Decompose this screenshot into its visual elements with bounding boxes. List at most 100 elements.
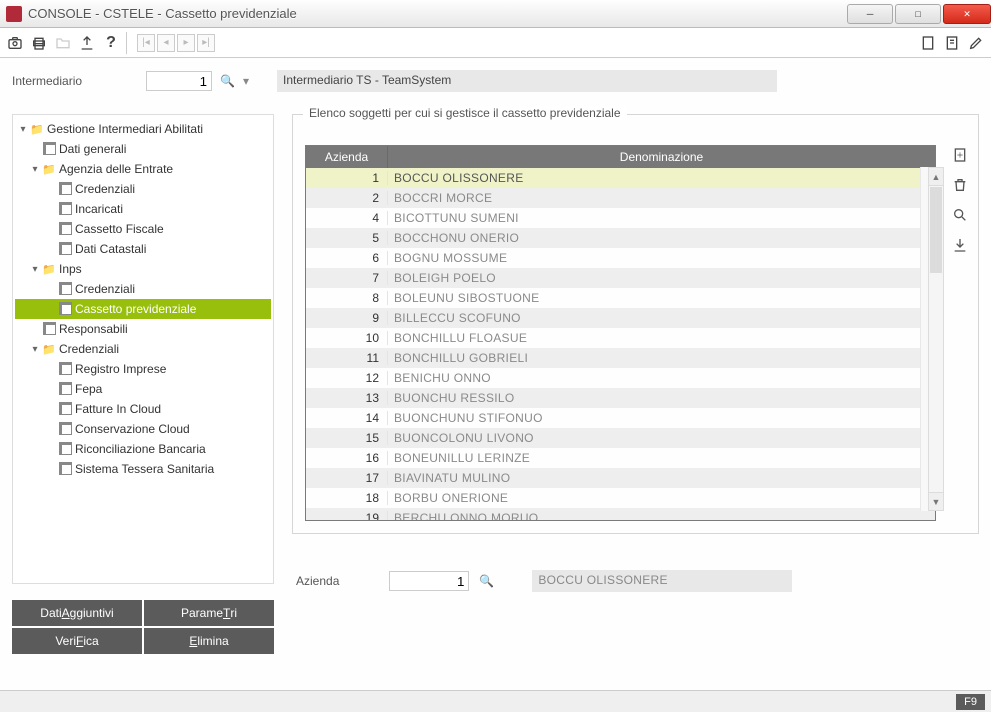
tree-conservazione-cloud[interactable]: Conservazione Cloud xyxy=(15,419,271,439)
azienda-footer-row: Azienda 🔍 BOCCU OLISSONERE xyxy=(292,570,979,592)
cell-denominazione: BOLEUNU SIBOSTUONE xyxy=(388,291,935,305)
azienda-search-icon[interactable]: 🔍 xyxy=(479,574,494,588)
tree-ae-dati-catastali[interactable]: Dati Catastali xyxy=(15,239,271,259)
intermediario-input[interactable] xyxy=(146,71,212,91)
search-icon[interactable] xyxy=(950,205,970,225)
tree-riconciliazione[interactable]: Riconciliazione Bancaria xyxy=(15,439,271,459)
close-button[interactable]: ✕ xyxy=(943,4,991,24)
tree-registro-imprese[interactable]: Registro Imprese xyxy=(15,359,271,379)
tree-label: Riconciliazione Bancaria xyxy=(75,442,206,456)
tree-fatture-cloud[interactable]: Fatture In Cloud xyxy=(15,399,271,419)
col-header-denominazione[interactable]: Denominazione xyxy=(388,146,935,168)
table-row[interactable]: 12BENICHU ONNO xyxy=(306,368,935,388)
content-area: Intermediario 🔍 ▾ Intermediario TS - Tea… xyxy=(0,58,991,690)
table-row[interactable]: 5BOCCHONU ONERIO xyxy=(306,228,935,248)
table-row[interactable]: 16BONEUNILLU LERINZE xyxy=(306,448,935,468)
tree-fepa[interactable]: Fepa xyxy=(15,379,271,399)
cell-denominazione: BENICHU ONNO xyxy=(388,371,935,385)
tree-label: Cassetto previdenziale xyxy=(75,302,196,316)
tree-ae-credenziali[interactable]: Credenziali xyxy=(15,179,271,199)
tree-inps[interactable]: ▾Inps xyxy=(15,259,271,279)
tree-inps-cassetto-previdenziale[interactable]: Cassetto previdenziale xyxy=(15,299,271,319)
tree-root[interactable]: ▾Gestione Intermediari Abilitati xyxy=(15,119,271,139)
scroll-up-icon[interactable]: ▲ xyxy=(929,168,943,186)
table-row[interactable]: 19BERCHU ONNO MORUO xyxy=(306,508,935,520)
folder-icon[interactable] xyxy=(54,34,72,52)
camera-icon[interactable] xyxy=(6,34,24,52)
grid-header: Azienda Denominazione xyxy=(306,146,935,168)
table-row[interactable]: 1BOCCU OLISSONERE xyxy=(306,168,935,188)
tree-label: Fatture In Cloud xyxy=(75,402,161,416)
table-row[interactable]: 8BOLEUNU SIBOSTUONE xyxy=(306,288,935,308)
cell-denominazione: BOCCHONU ONERIO xyxy=(388,231,935,245)
search-small-icon[interactable]: 🔍 xyxy=(220,74,235,88)
tree-credenziali[interactable]: ▾Credenziali xyxy=(15,339,271,359)
grid-body: 1BOCCU OLISSONERE2BOCCRI MORCE4BICOTTUNU… xyxy=(306,168,935,520)
col-header-azienda[interactable]: Azienda xyxy=(306,146,388,168)
help-icon[interactable]: ? xyxy=(102,34,120,52)
vertical-scrollbar[interactable]: ▲ ▼ xyxy=(928,167,944,511)
table-row[interactable]: 10BONCHILLU FLOASUE xyxy=(306,328,935,348)
table-row[interactable]: 13BUONCHU RESSILO xyxy=(306,388,935,408)
table-row[interactable]: 9BILLECCU SCOFUNO xyxy=(306,308,935,328)
new-row-icon[interactable] xyxy=(950,145,970,165)
tree-label: Credenziali xyxy=(75,182,135,196)
tree-agenzia-entrate[interactable]: ▾Agenzia delle Entrate xyxy=(15,159,271,179)
cell-azienda: 8 xyxy=(306,291,388,305)
scroll-track[interactable] xyxy=(929,274,943,492)
table-row[interactable]: 11BONCHILLU GOBRIELI xyxy=(306,348,935,368)
cell-azienda: 19 xyxy=(306,511,388,520)
tree-label: Dati Catastali xyxy=(75,242,146,256)
cell-azienda: 17 xyxy=(306,471,388,485)
cell-azienda: 13 xyxy=(306,391,388,405)
parametri-button[interactable]: ParameTri xyxy=(144,600,274,626)
main-toolbar: ? |◂ ◂ ▸ ▸| xyxy=(0,28,991,58)
tree-responsabili[interactable]: Responsabili xyxy=(15,319,271,339)
status-f9[interactable]: F9 xyxy=(956,694,985,710)
scroll-thumb[interactable] xyxy=(930,187,942,273)
tree-label: Credenziali xyxy=(75,282,135,296)
table-row[interactable]: 7BOLEIGH POELO xyxy=(306,268,935,288)
azienda-input[interactable] xyxy=(389,571,469,591)
upload-icon[interactable] xyxy=(78,34,96,52)
table-row[interactable]: 14BUONCHUNU STIFONUO xyxy=(306,408,935,428)
download-icon[interactable] xyxy=(950,235,970,255)
table-row[interactable]: 17BIAVINATU MULINO xyxy=(306,468,935,488)
tree-inps-credenziali[interactable]: Credenziali xyxy=(15,279,271,299)
cell-denominazione: BONEUNILLU LERINZE xyxy=(388,451,935,465)
nav-last-icon[interactable]: ▸| xyxy=(197,34,215,52)
minimize-button[interactable]: — xyxy=(847,4,893,24)
elimina-button[interactable]: Elimina xyxy=(144,628,274,654)
tree-ae-cassetto-fiscale[interactable]: Cassetto Fiscale xyxy=(15,219,271,239)
cell-denominazione: BUONCOLONU LIVONO xyxy=(388,431,935,445)
verifica-button[interactable]: VeriFica xyxy=(12,628,142,654)
print-icon[interactable] xyxy=(30,34,48,52)
table-row[interactable]: 6BOGNU MOSSUME xyxy=(306,248,935,268)
tree-tessera-sanitaria[interactable]: Sistema Tessera Sanitaria xyxy=(15,459,271,479)
intermediario-display: Intermediario TS - TeamSystem xyxy=(277,70,777,92)
table-row[interactable]: 2BOCCRI MORCE xyxy=(306,188,935,208)
nav-next-icon[interactable]: ▸ xyxy=(177,34,195,52)
dropdown-icon[interactable]: ▾ xyxy=(243,74,249,88)
main-panel: Elenco soggetti per cui si gestisce il c… xyxy=(292,114,979,654)
table-row[interactable]: 15BUONCOLONU LIVONO xyxy=(306,428,935,448)
tree-dati-generali[interactable]: Dati generali xyxy=(15,139,271,159)
doc-a-icon[interactable] xyxy=(919,34,937,52)
tree-ae-incaricati[interactable]: Incaricati xyxy=(15,199,271,219)
tree-label: Incaricati xyxy=(75,202,123,216)
table-row[interactable]: 4BICOTTUNU SUMENI xyxy=(306,208,935,228)
table-row[interactable]: 18BORBU ONERIONE xyxy=(306,488,935,508)
cell-azienda: 18 xyxy=(306,491,388,505)
cell-azienda: 12 xyxy=(306,371,388,385)
tree-label: Inps xyxy=(59,262,82,276)
dati-aggiuntivi-button[interactable]: Dati Aggiuntivi xyxy=(12,600,142,626)
nav-prev-icon[interactable]: ◂ xyxy=(157,34,175,52)
maximize-button[interactable]: ☐ xyxy=(895,4,941,24)
scroll-down-icon[interactable]: ▼ xyxy=(929,492,943,510)
nav-first-icon[interactable]: |◂ xyxy=(137,34,155,52)
cell-denominazione: BOLEIGH POELO xyxy=(388,271,935,285)
inner-scrollbar[interactable] xyxy=(920,167,928,511)
delete-icon[interactable] xyxy=(950,175,970,195)
doc-b-icon[interactable] xyxy=(943,34,961,52)
edit-icon[interactable] xyxy=(967,34,985,52)
